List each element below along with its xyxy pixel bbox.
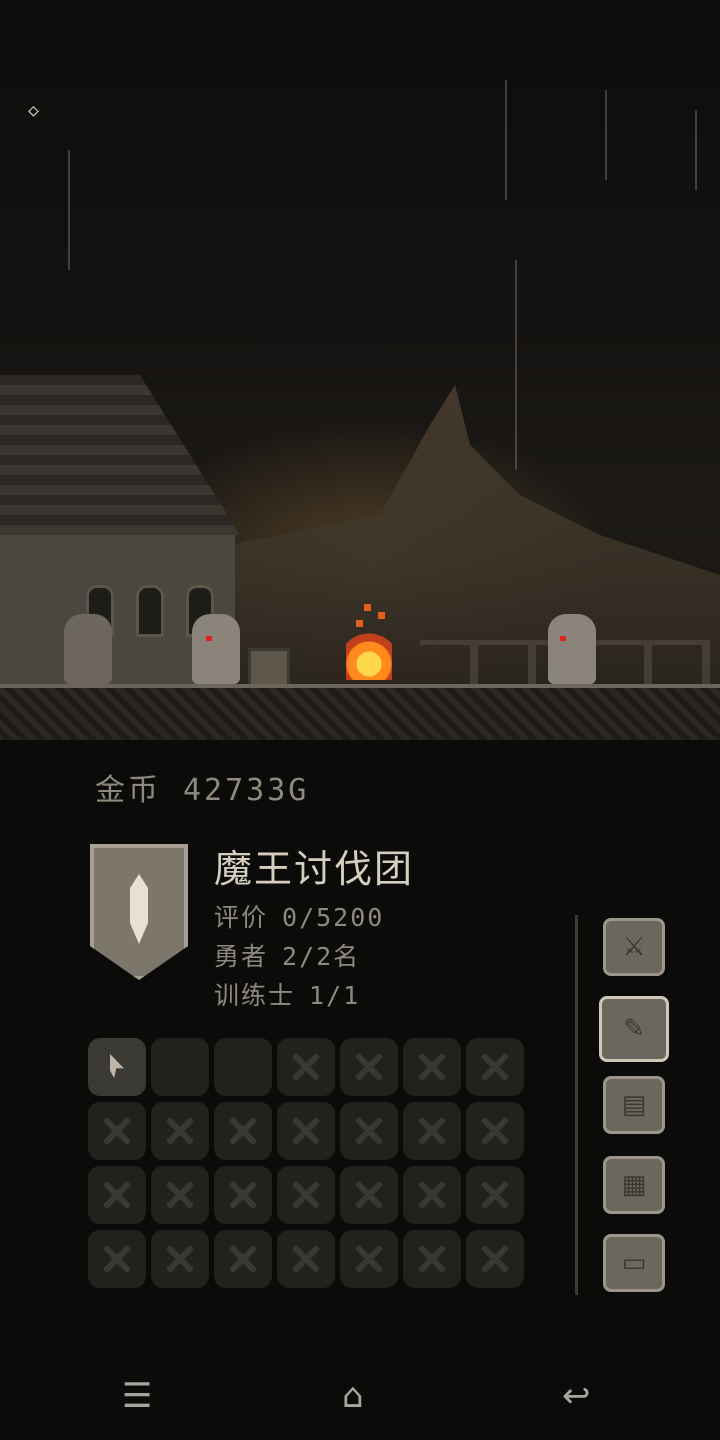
documents-icon: ▦: [621, 1170, 647, 1200]
locked-slot[interactable]: [403, 1102, 461, 1160]
ground: [0, 684, 720, 740]
stat-label: 训练士: [214, 981, 296, 1010]
locked-slot[interactable]: [403, 1038, 461, 1096]
crossed-swords-icon: ⚔: [622, 932, 646, 962]
stat-label: 勇者: [214, 942, 269, 971]
battle-button[interactable]: ⚔: [603, 918, 665, 976]
locked-slot[interactable]: [151, 1102, 209, 1160]
locked-slot[interactable]: [466, 1102, 524, 1160]
cursor-icon: [110, 1054, 124, 1078]
system-navbar: ☰ ⌂ ↩: [0, 1360, 720, 1440]
locked-slot[interactable]: [466, 1230, 524, 1288]
locked-slot[interactable]: [340, 1038, 398, 1096]
rain-streak: [605, 90, 607, 180]
locked-slot[interactable]: [340, 1166, 398, 1224]
computer-button[interactable]: ▭: [603, 1234, 665, 1292]
locked-slot[interactable]: [277, 1038, 335, 1096]
party-slot-grid: [88, 1038, 528, 1288]
rain-streak: [505, 80, 507, 200]
stat-trainers: 训练士 1/1: [214, 976, 360, 1012]
rain-streak: [695, 110, 697, 190]
stat-value: 2/2名: [282, 942, 361, 971]
monitor-icon: ▭: [621, 1248, 647, 1278]
stat-heroes: 勇者 2/2名: [214, 937, 360, 973]
locked-slot[interactable]: [340, 1230, 398, 1288]
locked-slot[interactable]: [88, 1166, 146, 1224]
rain-streak: [515, 260, 517, 470]
map-button[interactable]: ▤: [603, 1076, 665, 1134]
locked-slot[interactable]: [214, 1166, 272, 1224]
menu-divider: [575, 915, 578, 1295]
party-name: 魔王讨伐团: [214, 847, 415, 891]
fire-ember: [364, 604, 371, 611]
campfire: [346, 600, 392, 680]
locked-slot[interactable]: [277, 1102, 335, 1160]
menu-icon[interactable]: ☰: [122, 1376, 152, 1416]
hero-knight[interactable]: [64, 614, 112, 684]
locked-slot[interactable]: [277, 1166, 335, 1224]
filled-slot[interactable]: [88, 1038, 146, 1096]
back-icon[interactable]: ↩: [562, 1376, 591, 1416]
fire-ember: [356, 620, 363, 627]
fire-ember: [378, 612, 385, 619]
stat-rating: 评价 0/5200: [214, 898, 384, 934]
documents-button[interactable]: ▦: [603, 1156, 665, 1214]
locked-slot[interactable]: [340, 1102, 398, 1160]
stat-value: 0/5200: [282, 903, 385, 932]
locked-slot[interactable]: [466, 1038, 524, 1096]
locked-slot[interactable]: [151, 1166, 209, 1224]
enemy-goblin[interactable]: [548, 614, 596, 684]
house-roof: [0, 375, 240, 535]
gold-label: 金币: [95, 773, 161, 808]
hero-goblin[interactable]: [192, 614, 240, 684]
gold-value: 42733G: [183, 773, 310, 808]
empty-slot[interactable]: [214, 1038, 272, 1096]
rain-streak: [68, 150, 70, 270]
locked-slot[interactable]: [214, 1230, 272, 1288]
locked-slot[interactable]: [403, 1166, 461, 1224]
locked-slot[interactable]: [466, 1166, 524, 1224]
settings-diamond-icon[interactable]: ◇: [28, 102, 46, 120]
eye: [560, 636, 566, 641]
locked-slot[interactable]: [88, 1102, 146, 1160]
locked-slot[interactable]: [277, 1230, 335, 1288]
locked-slot[interactable]: [214, 1102, 272, 1160]
eye: [206, 636, 212, 641]
stat-value: 1/1: [309, 981, 361, 1010]
party-emblem[interactable]: [90, 844, 188, 980]
house-window: [136, 585, 164, 637]
empty-slot[interactable]: [151, 1038, 209, 1096]
quill-scroll-icon: ✎: [623, 1014, 645, 1044]
quest-button[interactable]: ✎: [599, 996, 669, 1062]
game-scene: [0, 0, 720, 740]
map-scroll-icon: ▤: [621, 1090, 647, 1120]
locked-slot[interactable]: [88, 1230, 146, 1288]
stat-label: 评价: [214, 903, 269, 932]
gold-counter: 金币 42733G: [95, 765, 331, 809]
home-icon[interactable]: ⌂: [342, 1376, 364, 1416]
sword-icon: [130, 874, 148, 944]
locked-slot[interactable]: [403, 1230, 461, 1288]
locked-slot[interactable]: [151, 1230, 209, 1288]
